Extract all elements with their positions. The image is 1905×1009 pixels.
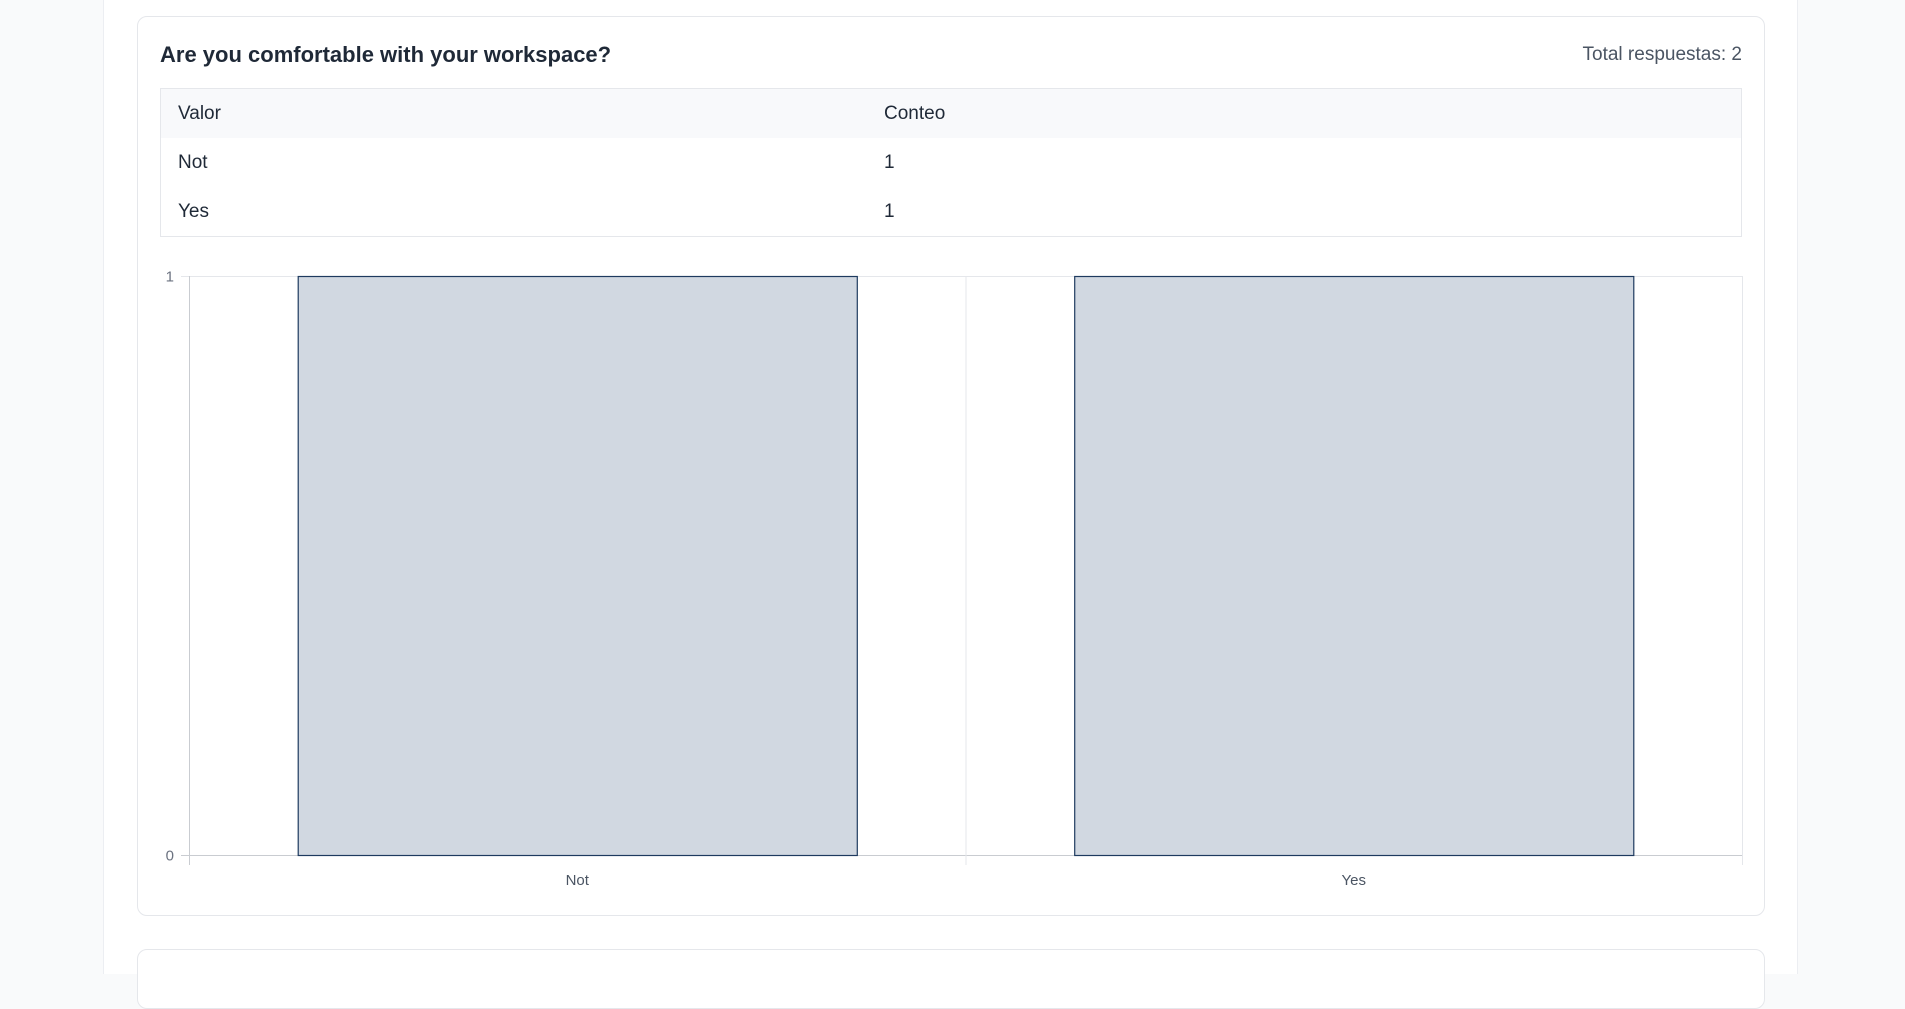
x-tick-label: Yes (1342, 872, 1366, 889)
y-tick-label: 1 (166, 269, 174, 286)
question-card: Are you comfortable with your workspace?… (137, 16, 1765, 916)
bar-chart-svg: 0 1 Not Yes (166, 269, 1743, 889)
bar-chart: 0 1 Not Yes (138, 17, 1766, 917)
y-tick-label: 0 (166, 848, 174, 865)
bar-not (297, 275, 858, 857)
bar-yes (1074, 275, 1635, 857)
x-tick-label: Not (566, 872, 590, 889)
next-question-card (137, 949, 1765, 1009)
